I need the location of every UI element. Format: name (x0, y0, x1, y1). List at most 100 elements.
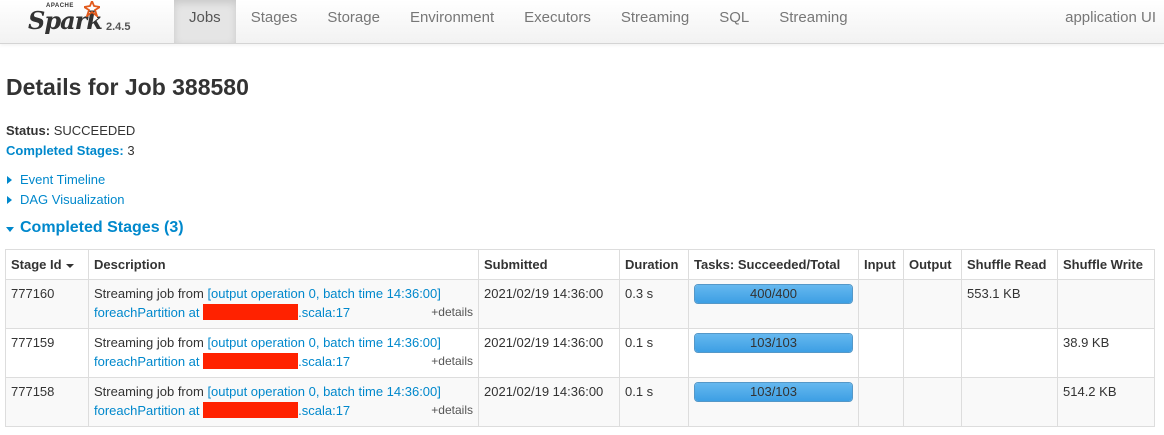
spark-version: 2.4.5 (106, 21, 131, 33)
stage-link-prefix: foreachPartition at (94, 354, 204, 369)
description-line-2: foreachPartition at .scala:17 +details (94, 352, 473, 371)
redacted-block (203, 304, 299, 320)
collapse-arrow-icon (6, 226, 14, 232)
duration-cell: 0.1 s (619, 377, 689, 427)
sort-descending-icon (65, 263, 74, 268)
output-cell (903, 377, 962, 427)
stage-id-cell: 777159 (5, 328, 89, 378)
application-name: application UI (1065, 9, 1156, 26)
stage-id-cell: 777158 (5, 377, 89, 427)
batch-link[interactable]: [output operation 0, batch time 14:36:00… (207, 335, 440, 350)
stage-link-suffix: .scala:17 (298, 305, 351, 320)
description-prefix: Streaming job from (94, 384, 208, 399)
dag-visualization-label: DAG Visualization (20, 192, 125, 207)
stage-link-suffix: .scala:17 (298, 403, 351, 418)
shuffle-write-cell: 514.2 KB (1057, 377, 1155, 427)
spark-logo[interactable]: APACHE Spark 2.4.5 (24, 0, 154, 44)
output-cell (903, 279, 962, 329)
progress-text: 103/103 (750, 384, 797, 399)
description-cell: Streaming job from [output operation 0, … (88, 377, 479, 427)
input-cell (858, 328, 904, 378)
spark-star-icon (84, 1, 100, 17)
column-header-shuffle-read[interactable]: Shuffle Read (961, 249, 1058, 280)
tasks-cell: 103/103 (688, 377, 859, 427)
batch-link[interactable]: [output operation 0, batch time 14:36:00… (207, 286, 440, 301)
output-cell (903, 328, 962, 378)
tasks-cell: 400/400 (688, 279, 859, 329)
expand-arrow-icon (7, 176, 12, 184)
duration-cell: 0.3 s (619, 279, 689, 329)
tab-streaming[interactable]: Streaming (606, 0, 704, 43)
description-line-2: foreachPartition at .scala:17 +details (94, 401, 473, 420)
description-prefix: Streaming job from (94, 286, 208, 301)
completed-stages-section-toggle[interactable]: Completed Stages (3) (6, 219, 184, 237)
event-timeline-label: Event Timeline (20, 172, 106, 187)
expanders: Event Timeline DAG Visualization (6, 170, 125, 210)
column-header-description[interactable]: Description (88, 249, 479, 280)
shuffle-write-cell: 38.9 KB (1057, 328, 1155, 378)
status-label: Status: (6, 123, 51, 138)
description-line-1: Streaming job from [output operation 0, … (94, 284, 473, 303)
details-toggle[interactable]: +details (431, 352, 473, 371)
batch-link[interactable]: [output operation 0, batch time 14:36:00… (207, 384, 440, 399)
submitted-cell: 2021/02/19 14:36:00 (478, 279, 620, 329)
tasks-progress-bar: 103/103 (694, 333, 853, 353)
shuffle-read-cell (961, 328, 1058, 378)
column-header-shuffle-write[interactable]: Shuffle Write (1057, 249, 1155, 280)
expand-arrow-icon (7, 196, 12, 204)
progress-text: 400/400 (750, 286, 797, 301)
redacted-block (203, 353, 299, 369)
stage-id-cell: 777160 (5, 279, 89, 329)
description-prefix: Streaming job from (94, 335, 208, 350)
completed-stages-link[interactable]: Completed Stages: (6, 143, 124, 158)
job-summary: Status: SUCCEEDED Completed Stages: 3 (6, 121, 135, 161)
description-cell: Streaming job from [output operation 0, … (88, 328, 479, 378)
description-line-2: foreachPartition at .scala:17 +details (94, 303, 473, 322)
description-line-1: Streaming job from [output operation 0, … (94, 333, 473, 352)
description-line-1: Streaming job from [output operation 0, … (94, 382, 473, 401)
details-toggle[interactable]: +details (431, 303, 473, 322)
stage-link[interactable]: foreachPartition at .scala:17 (94, 402, 351, 418)
column-header-input[interactable]: Input (858, 249, 904, 280)
completed-stages-count: 3 (127, 143, 135, 158)
status-line: Status: SUCCEEDED (6, 121, 135, 141)
submitted-cell: 2021/02/19 14:36:00 (478, 328, 620, 378)
tab-sql[interactable]: SQL (704, 0, 764, 43)
section-title: Completed Stages (3) (20, 219, 184, 236)
tab-executors[interactable]: Executors (509, 0, 606, 43)
details-toggle[interactable]: +details (431, 401, 473, 420)
column-header-tasks[interactable]: Tasks: Succeeded/Total (688, 249, 859, 280)
nav-tabs: Jobs Stages Storage Environment Executor… (174, 0, 863, 44)
completed-stages-table: Stage Id Description Submitted Duration … (5, 249, 1155, 427)
column-header-label: Stage Id (11, 257, 62, 272)
tab-environment[interactable]: Environment (395, 0, 509, 43)
input-cell (858, 279, 904, 329)
tab-stages[interactable]: Stages (236, 0, 313, 43)
tab-jobs[interactable]: Jobs (174, 0, 236, 43)
stage-link-prefix: foreachPartition at (94, 305, 204, 320)
tasks-cell: 103/103 (688, 328, 859, 378)
stage-link[interactable]: foreachPartition at .scala:17 (94, 304, 351, 320)
progress-text: 103/103 (750, 335, 797, 350)
tab-storage[interactable]: Storage (312, 0, 395, 43)
status-value: SUCCEEDED (53, 123, 136, 138)
event-timeline-toggle[interactable]: Event Timeline (6, 170, 125, 190)
tab-streaming-2[interactable]: Streaming (764, 0, 862, 43)
completed-stages-line: Completed Stages: 3 (6, 141, 135, 161)
shuffle-read-cell (961, 377, 1058, 427)
table-row: 777158 Streaming job from [output operat… (5, 377, 1155, 427)
shuffle-write-cell (1057, 279, 1155, 329)
input-cell (858, 377, 904, 427)
column-header-duration[interactable]: Duration (619, 249, 689, 280)
dag-visualization-toggle[interactable]: DAG Visualization (6, 190, 125, 210)
description-cell: Streaming job from [output operation 0, … (88, 279, 479, 329)
table-row: 777160 Streaming job from [output operat… (5, 279, 1155, 329)
column-header-stage-id[interactable]: Stage Id (5, 249, 89, 280)
redacted-block (203, 402, 299, 418)
page-title: Details for Job 388580 (6, 74, 249, 100)
stage-link[interactable]: foreachPartition at .scala:17 (94, 353, 350, 369)
table-row: 777159 Streaming job from [output operat… (5, 328, 1155, 378)
column-header-submitted[interactable]: Submitted (478, 249, 620, 280)
duration-cell: 0.1 s (619, 328, 689, 378)
column-header-output[interactable]: Output (903, 249, 962, 280)
